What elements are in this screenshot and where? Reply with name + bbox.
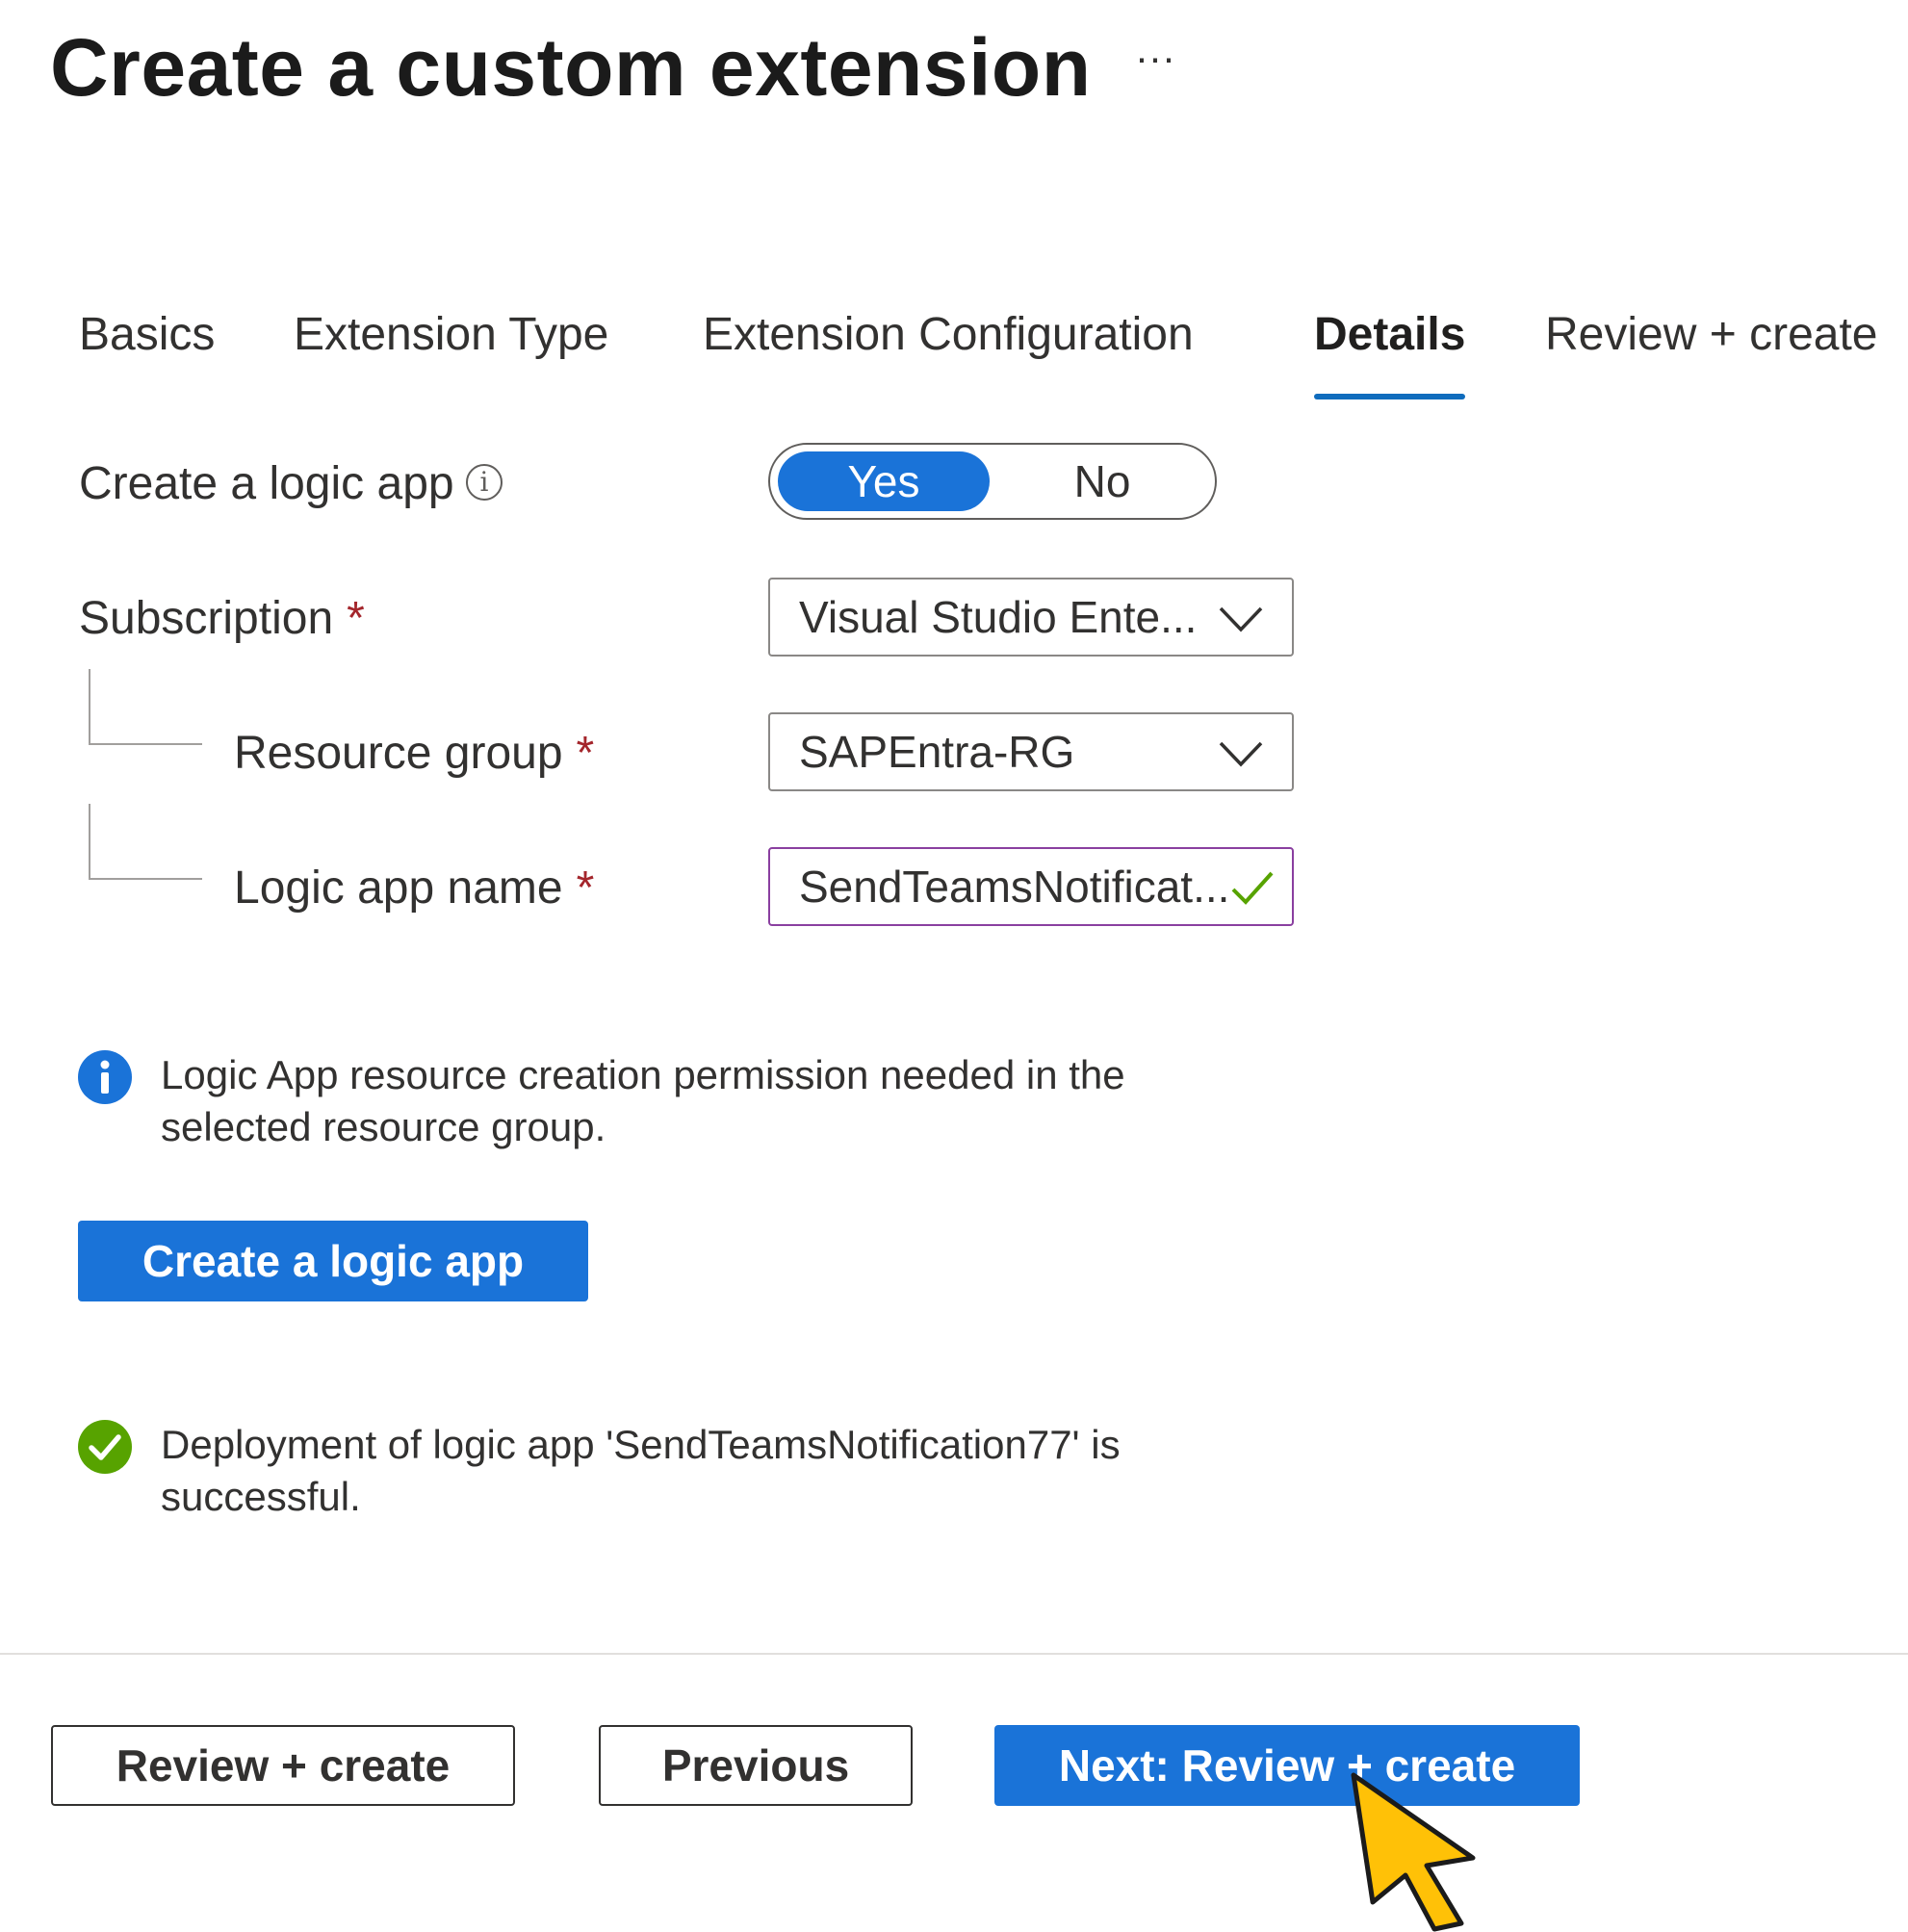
resource-group-value: SAPEntra-RG (799, 727, 1075, 777)
chevron-down-icon (1219, 606, 1263, 632)
previous-button[interactable]: Previous (599, 1725, 913, 1806)
info-outline-icon[interactable]: i (466, 464, 503, 501)
tab-details[interactable]: Details (1314, 308, 1466, 399)
chevron-down-icon (1219, 741, 1263, 767)
subscription-value: Visual Studio Ente... (799, 592, 1198, 642)
checkmark-icon (1231, 871, 1274, 905)
success-message-line-2: successful. (161, 1474, 361, 1519)
info-message-line-2: selected resource group. (161, 1104, 606, 1149)
toggle-no[interactable]: No (1001, 451, 1203, 511)
review-create-button[interactable]: Review + create (51, 1725, 515, 1806)
subscription-label: Subscription * (79, 592, 365, 645)
logic-app-name-label: Logic app name * (234, 862, 594, 914)
logic-app-name-value: SendTeamsNotificat... (799, 862, 1230, 912)
required-marker: * (576, 728, 595, 779)
logic-app-name-label-text: Logic app name (234, 863, 563, 914)
page-title: Create a custom extension (50, 22, 1092, 113)
footer-divider (0, 1653, 1908, 1655)
more-options-icon[interactable]: ··· (1117, 38, 1194, 96)
create-logic-app-label: Create a logic app (79, 458, 454, 509)
next-review-create-button[interactable]: Next: Review + create (994, 1725, 1580, 1806)
toggle-yes[interactable]: Yes (778, 451, 990, 511)
mouse-cursor-icon (1351, 1772, 1476, 1932)
tab-extension-configuration[interactable]: Extension Configuration (703, 308, 1194, 399)
tab-review-create[interactable]: Review + create (1545, 308, 1878, 399)
wizard-tabs: Basics Extension Type Extension Configur… (0, 308, 1908, 399)
success-message-line-1: Deployment of logic app 'SendTeamsNotifi… (161, 1422, 1121, 1467)
subscription-label-text: Subscription (79, 593, 334, 644)
create-logic-app-button[interactable]: Create a logic app (78, 1221, 588, 1301)
resource-group-dropdown[interactable]: SAPEntra-RG (768, 712, 1294, 791)
tab-basics[interactable]: Basics (79, 308, 215, 399)
create-logic-app-toggle[interactable]: Yes No (768, 443, 1217, 520)
resource-group-label-text: Resource group (234, 728, 563, 779)
resource-group-label: Resource group * (234, 727, 594, 780)
tab-extension-type[interactable]: Extension Type (294, 308, 608, 399)
subscription-dropdown[interactable]: Visual Studio Ente... (768, 578, 1294, 657)
info-message-line-1: Logic App resource creation permission n… (161, 1052, 1125, 1097)
info-message: Logic App resource creation permission n… (161, 1049, 1220, 1153)
tree-connector (89, 804, 202, 880)
success-message: Deployment of logic app 'SendTeamsNotifi… (161, 1419, 1220, 1523)
logic-app-name-input[interactable]: SendTeamsNotificat... (768, 847, 1294, 926)
success-check-icon (78, 1420, 132, 1474)
required-marker: * (576, 863, 595, 914)
required-marker: * (347, 593, 365, 644)
info-filled-icon (78, 1050, 132, 1104)
tree-connector (89, 669, 202, 745)
